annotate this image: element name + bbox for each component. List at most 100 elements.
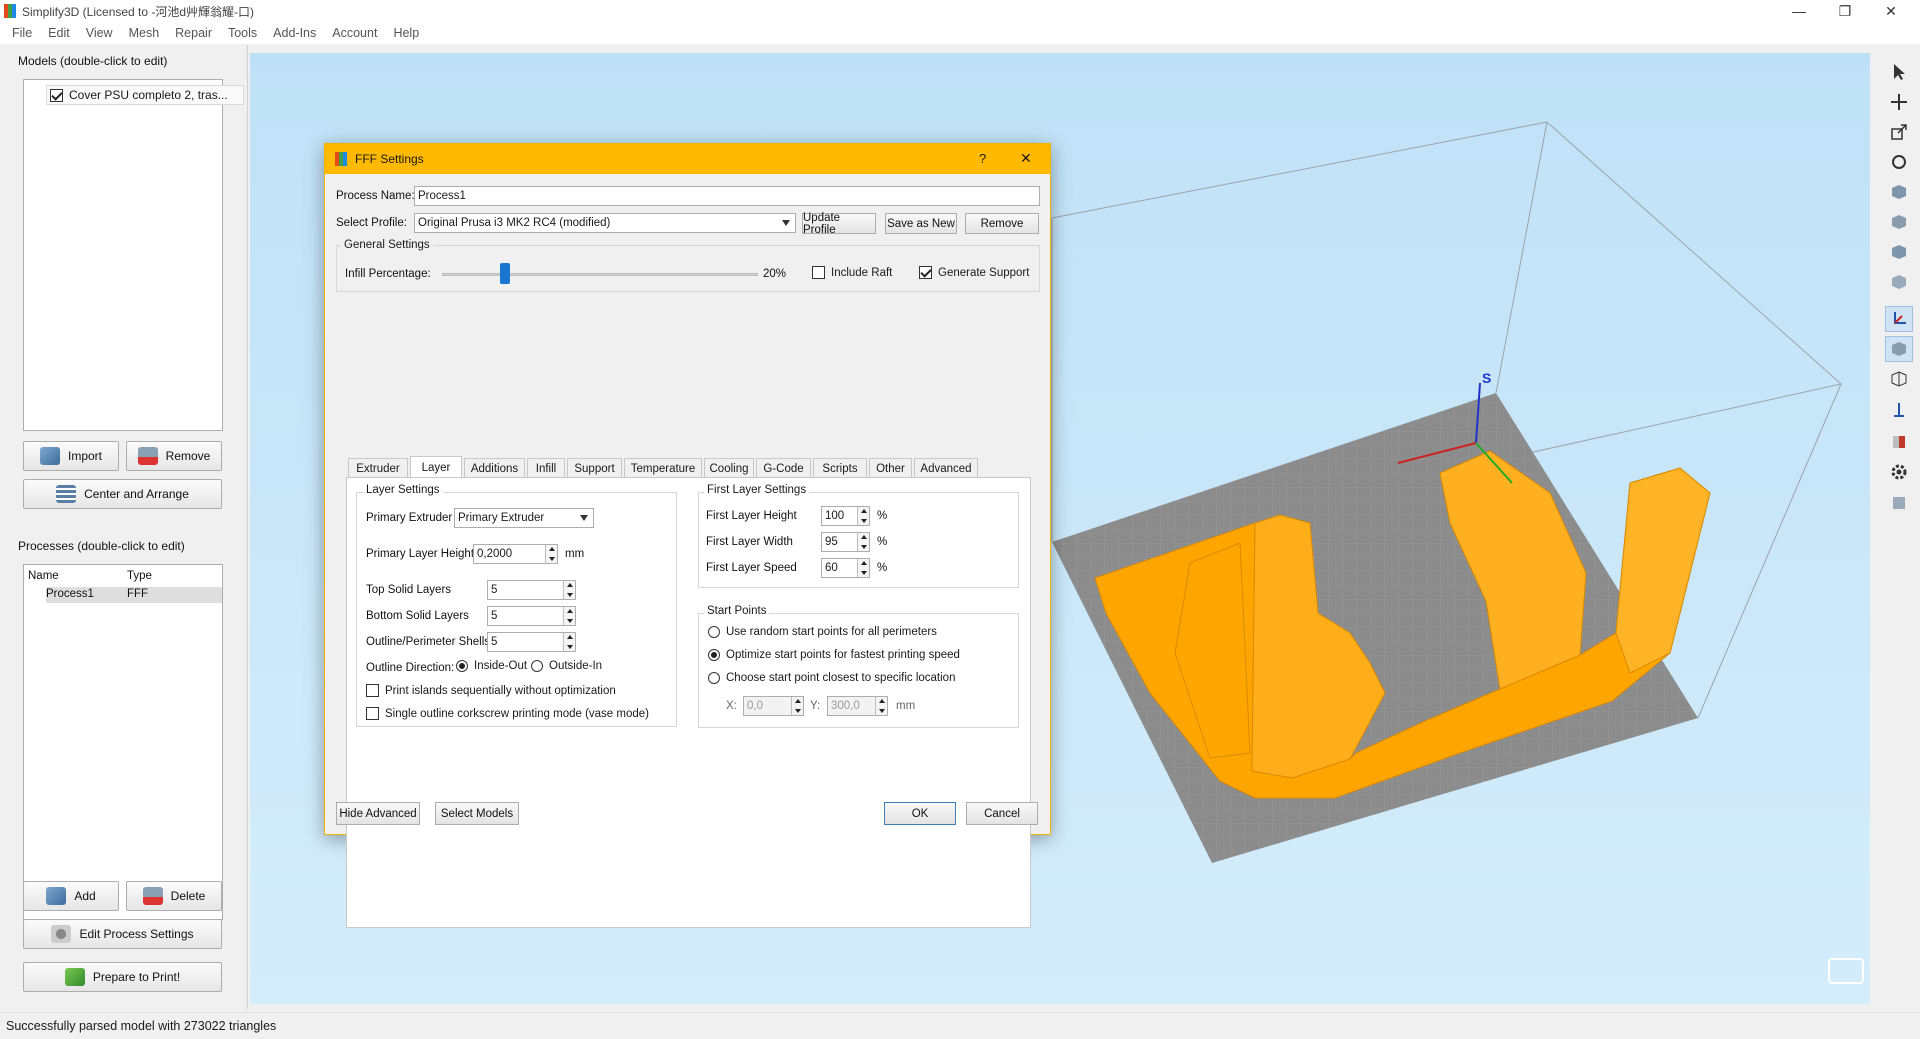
menu-view[interactable]: View bbox=[78, 26, 121, 40]
select-arrow-icon[interactable] bbox=[1885, 59, 1913, 85]
infill-slider-thumb[interactable] bbox=[500, 263, 511, 284]
scale-icon[interactable] bbox=[1885, 119, 1913, 145]
settings-gear-icon[interactable] bbox=[1885, 459, 1913, 485]
primary-extruder-select[interactable]: Primary Extruder bbox=[454, 508, 594, 528]
move-icon[interactable] bbox=[1885, 89, 1913, 115]
view-top-icon[interactable] bbox=[1885, 269, 1913, 295]
save-as-new-button[interactable]: Save as New bbox=[885, 213, 957, 234]
outside-in-option[interactable]: Outside-In bbox=[531, 660, 602, 672]
remove-profile-button[interactable]: Remove bbox=[965, 213, 1039, 234]
hide-advanced-button[interactable]: Hide Advanced bbox=[336, 802, 420, 825]
start-closest-option[interactable]: Choose start point closest to specific l… bbox=[708, 672, 955, 684]
model-item[interactable]: Cover PSU completo 2, tras... bbox=[46, 85, 244, 105]
maximize-button[interactable]: ❐ bbox=[1822, 0, 1868, 22]
spinner-arrows-icon[interactable] bbox=[563, 633, 575, 651]
solid-view-icon[interactable] bbox=[1885, 336, 1913, 362]
menu-repair[interactable]: Repair bbox=[167, 26, 220, 40]
profile-select[interactable]: Original Prusa i3 MK2 RC4 (modified) bbox=[414, 213, 796, 233]
start-random-radio[interactable] bbox=[708, 626, 720, 638]
tab-layer[interactable]: Layer bbox=[410, 456, 462, 478]
menu-tools[interactable]: Tools bbox=[220, 26, 265, 40]
menu-edit[interactable]: Edit bbox=[40, 26, 78, 40]
tab-extruder[interactable]: Extruder bbox=[348, 458, 408, 478]
tab-additions[interactable]: Additions bbox=[464, 458, 525, 478]
delete-process-button[interactable]: Delete bbox=[126, 881, 222, 911]
bottom-solid-layers-input[interactable]: 5 bbox=[487, 606, 576, 626]
cross-section-icon[interactable] bbox=[1885, 396, 1913, 422]
center-arrange-button[interactable]: Center and Arrange bbox=[23, 479, 222, 509]
menu-help[interactable]: Help bbox=[385, 26, 427, 40]
view-side-icon[interactable] bbox=[1885, 239, 1913, 265]
spinner-arrows-icon[interactable] bbox=[545, 545, 557, 563]
bin-icon[interactable] bbox=[1885, 489, 1913, 515]
remove-model-button[interactable]: Remove bbox=[126, 441, 222, 471]
print-islands-option[interactable]: Print islands sequentially without optim… bbox=[366, 684, 616, 697]
dialog-close-button[interactable]: ✕ bbox=[1020, 150, 1032, 167]
view-front-icon[interactable] bbox=[1885, 209, 1913, 235]
add-process-button[interactable]: Add bbox=[23, 881, 119, 911]
process-row[interactable]: Process1 FFF bbox=[46, 587, 222, 603]
tab-cooling[interactable]: Cooling bbox=[704, 458, 754, 478]
spinner-arrows-icon[interactable] bbox=[857, 533, 869, 551]
start-optimize-radio[interactable] bbox=[708, 649, 720, 661]
generate-support-option[interactable]: Generate Support bbox=[919, 266, 1029, 279]
infill-slider-track[interactable] bbox=[442, 273, 758, 276]
first-layer-width-input[interactable]: 95 bbox=[821, 532, 870, 552]
select-models-button[interactable]: Select Models bbox=[435, 802, 519, 825]
top-solid-layers-input[interactable]: 5 bbox=[487, 580, 576, 600]
edit-process-settings-button[interactable]: Edit Process Settings bbox=[23, 919, 222, 949]
start-random-option[interactable]: Use random start points for all perimete… bbox=[708, 626, 937, 638]
processes-list[interactable]: Name Type Process1 FFF bbox=[23, 564, 223, 920]
include-raft-option[interactable]: Include Raft bbox=[812, 266, 892, 279]
start-closest-radio[interactable] bbox=[708, 672, 720, 684]
first-layer-height-input[interactable]: 100 bbox=[821, 506, 870, 526]
models-list[interactable]: Cover PSU completo 2, tras... bbox=[23, 79, 244, 431]
inside-out-radio[interactable] bbox=[456, 660, 468, 672]
start-optimize-option[interactable]: Optimize start points for fastest printi… bbox=[708, 649, 960, 661]
ok-button[interactable]: OK bbox=[884, 802, 956, 825]
first-layer-speed-input[interactable]: 60 bbox=[821, 558, 870, 578]
outside-in-radio[interactable] bbox=[531, 660, 543, 672]
tab-g-code[interactable]: G-Code bbox=[756, 458, 811, 478]
start-x-input[interactable]: 0,0 bbox=[743, 696, 804, 716]
generate-support-checkbox[interactable] bbox=[919, 266, 932, 279]
start-y-input[interactable]: 300,0 bbox=[827, 696, 888, 716]
spinner-arrows-icon[interactable] bbox=[791, 697, 803, 715]
menu-mesh[interactable]: Mesh bbox=[121, 26, 168, 40]
update-profile-button[interactable]: Update Profile bbox=[802, 212, 876, 236]
model-visible-checkbox[interactable] bbox=[50, 88, 63, 102]
vase-mode-option[interactable]: Single outline corkscrew printing mode (… bbox=[366, 707, 649, 720]
wireframe-icon[interactable] bbox=[1885, 366, 1913, 392]
process-name-input[interactable]: Process1 bbox=[414, 186, 1040, 206]
spinner-arrows-icon[interactable] bbox=[563, 581, 575, 599]
primary-layer-height-input[interactable]: 0,2000 bbox=[473, 544, 558, 564]
axes-icon[interactable] bbox=[1885, 306, 1913, 332]
import-button[interactable]: Import bbox=[23, 441, 119, 471]
spinner-arrows-icon[interactable] bbox=[857, 507, 869, 525]
tab-scripts[interactable]: Scripts bbox=[813, 458, 867, 478]
rotate-icon[interactable] bbox=[1885, 149, 1913, 175]
outline-shells-input[interactable]: 5 bbox=[487, 632, 576, 652]
tab-infill[interactable]: Infill bbox=[527, 458, 565, 478]
view-default-icon[interactable] bbox=[1885, 179, 1913, 205]
spinner-arrows-icon[interactable] bbox=[875, 697, 887, 715]
include-raft-checkbox[interactable] bbox=[812, 266, 825, 279]
close-button[interactable]: ✕ bbox=[1868, 0, 1914, 22]
tab-support[interactable]: Support bbox=[567, 458, 622, 478]
tab-temperature[interactable]: Temperature bbox=[624, 458, 702, 478]
cancel-button[interactable]: Cancel bbox=[966, 802, 1038, 825]
minimize-button[interactable]: — bbox=[1776, 0, 1822, 22]
spinner-arrows-icon[interactable] bbox=[563, 607, 575, 625]
tab-other[interactable]: Other bbox=[869, 458, 912, 478]
menu-add-ins[interactable]: Add-Ins bbox=[265, 26, 324, 40]
vase-mode-checkbox[interactable] bbox=[366, 707, 379, 720]
tab-advanced[interactable]: Advanced bbox=[914, 458, 978, 478]
spinner-arrows-icon[interactable] bbox=[857, 559, 869, 577]
menu-file[interactable]: File bbox=[4, 26, 40, 40]
menu-account[interactable]: Account bbox=[324, 26, 385, 40]
prepare-to-print-button[interactable]: Prepare to Print! bbox=[23, 962, 222, 992]
dialog-help-button[interactable]: ? bbox=[979, 151, 986, 166]
print-islands-checkbox[interactable] bbox=[366, 684, 379, 697]
build-table-icon[interactable] bbox=[1885, 429, 1913, 455]
inside-out-option[interactable]: Inside-Out bbox=[456, 660, 527, 672]
